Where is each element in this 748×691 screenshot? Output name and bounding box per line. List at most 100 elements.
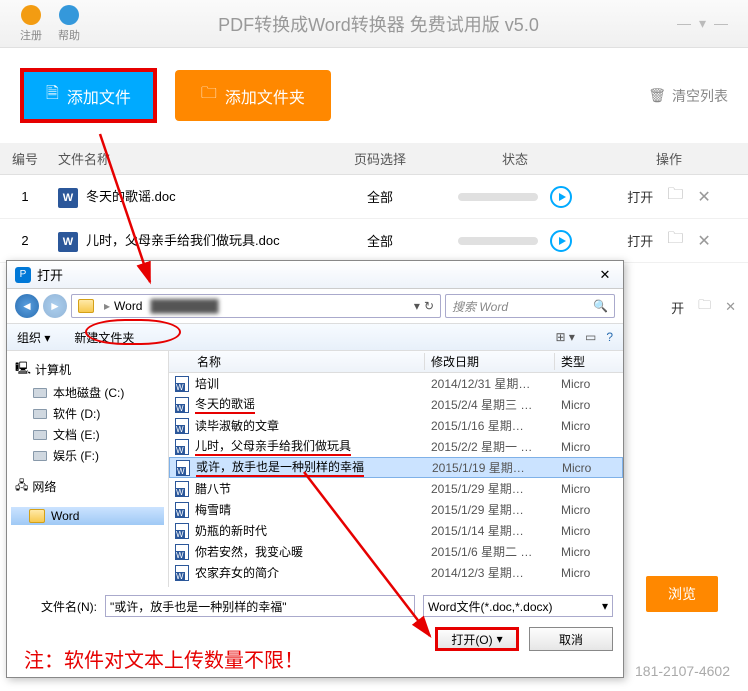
file-list-pane: 名称 修改日期 类型 培训 2014/12/31 星期… Micro 冬天的歌谣…: [169, 351, 623, 587]
dialog-sidebar: 🖳 计算机 本地磁盘 (C:)软件 (D:)文档 (E:)娱乐 (F:) 🖧 网…: [7, 351, 169, 587]
open-folder-icon[interactable]: 🗀: [667, 227, 683, 254]
row3-open[interactable]: 开: [671, 298, 684, 317]
row-status: [440, 186, 590, 208]
nav-back-button[interactable]: ◄: [15, 294, 39, 318]
play-button[interactable]: [550, 230, 572, 252]
dialog-nav: ◄ ► ▸ Word ████████ ▾↻ 搜索 Word 🔍: [7, 289, 623, 323]
file-row[interactable]: 奶瓶的新时代 2015/1/14 星期… Micro: [169, 520, 623, 541]
open-button[interactable]: 打开(O): [435, 627, 519, 651]
dialog-title: 打开: [37, 265, 63, 284]
filename-input[interactable]: [105, 595, 415, 617]
file-type: Micro: [561, 566, 590, 580]
open-file-button[interactable]: 打开: [627, 231, 653, 250]
drive-icon: [33, 451, 47, 461]
open-file-button[interactable]: 打开: [627, 187, 653, 206]
browse-button[interactable]: 浏览: [646, 576, 718, 612]
file-type: Micro: [561, 524, 590, 538]
minimize-icon[interactable]: —: [677, 15, 691, 32]
add-folder-button[interactable]: 🗀 添加文件夹: [175, 70, 331, 121]
col-ops: 操作: [590, 149, 748, 168]
row-page: 全部: [320, 231, 440, 250]
file-row[interactable]: 或许，放手也是一种别样的幸福 2015/1/19 星期… Micro: [169, 457, 623, 478]
close-icon[interactable]: —: [714, 15, 728, 32]
file-row[interactable]: 梅雪晴 2015/1/29 星期… Micro: [169, 499, 623, 520]
file-row[interactable]: 儿时，父母亲手给我们做玩具 2015/2/2 星期一 … Micro: [169, 436, 623, 457]
add-file-button[interactable]: 🗎 添加文件: [20, 68, 157, 123]
file-row[interactable]: 读毕淑敏的文章 2015/1/16 星期… Micro: [169, 415, 623, 436]
app-title: PDF转换成Word转换器 免费试用版 v5.0: [80, 11, 677, 37]
cancel-button[interactable]: 取消: [529, 627, 613, 651]
sidebar-drive[interactable]: 文档 (E:): [11, 424, 164, 445]
file-row[interactable]: 培训 2014/12/31 星期… Micro: [169, 373, 623, 394]
doc-icon: [175, 376, 189, 392]
add-folder-label: 添加文件夹: [225, 84, 305, 108]
file-row[interactable]: 你若安然，我变心暖 2015/1/6 星期二 … Micro: [169, 541, 623, 562]
remove-row-icon[interactable]: ✕: [697, 187, 710, 207]
file-name: 培训: [195, 375, 431, 392]
table-row[interactable]: 2 W儿时，父母亲手给我们做玩具.doc 全部 打开 🗀 ✕: [0, 219, 748, 263]
sidebar-drive[interactable]: 娱乐 (F:): [11, 445, 164, 466]
organize-menu[interactable]: 组织 ▾: [17, 329, 50, 346]
file-name: 腊八节: [195, 480, 431, 497]
document-icon: 🗎: [46, 82, 59, 109]
open-folder-icon[interactable]: 🗀: [667, 183, 683, 210]
file-name: 冬天的歌谣: [195, 395, 431, 414]
sidebar-network[interactable]: 🖧 网络: [11, 474, 164, 499]
file-open-dialog: P 打开 ✕ ◄ ► ▸ Word ████████ ▾↻ 搜索 Word 🔍 …: [6, 260, 624, 678]
file-type: Micro: [562, 461, 591, 475]
file-name: 农家弃女的简介: [195, 564, 431, 581]
breadcrumb[interactable]: ▸ Word ████████ ▾↻: [71, 294, 441, 318]
col-name: 文件名称: [50, 149, 320, 168]
table-row[interactable]: 1 W冬天的歌谣.doc 全部 打开 🗀 ✕: [0, 175, 748, 219]
nav-forward-button[interactable]: ►: [43, 294, 67, 318]
file-date: 2014/12/31 星期…: [431, 375, 561, 392]
sidebar-drive[interactable]: 本地磁盘 (C:): [11, 382, 164, 403]
file-date: 2015/2/4 星期三 …: [431, 396, 561, 413]
doc-icon: [175, 418, 189, 434]
file-type: Micro: [561, 440, 590, 454]
doc-icon: [175, 502, 189, 518]
dropdown-icon[interactable]: ▾: [699, 15, 706, 32]
file-row[interactable]: 农家弃女的简介 2014/12/3 星期… Micro: [169, 562, 623, 583]
help-button[interactable]: ?: [606, 330, 613, 344]
dialog-close-icon[interactable]: ✕: [595, 267, 615, 283]
file-type: Micro: [561, 377, 590, 391]
file-date: 2015/2/2 星期一 …: [431, 438, 561, 455]
folder-icon: [29, 509, 45, 523]
doc-icon: [176, 460, 190, 476]
register-link[interactable]: 注册: [20, 5, 42, 43]
network-icon: 🖧: [15, 476, 28, 497]
doc-icon: [175, 439, 189, 455]
clear-list-button[interactable]: 🗑 清空列表: [648, 86, 728, 106]
new-folder-button[interactable]: 新建文件夹: [74, 329, 134, 346]
sidebar-computer[interactable]: 🖳 计算机: [11, 357, 164, 382]
file-row[interactable]: 腊八节 2015/1/29 星期… Micro: [169, 478, 623, 499]
col-date[interactable]: 修改日期: [425, 353, 555, 370]
remove-row-icon[interactable]: ✕: [697, 231, 710, 251]
file-date: 2015/1/29 星期…: [431, 501, 561, 518]
file-row[interactable]: 冬天的歌谣 2015/2/4 星期三 … Micro: [169, 394, 623, 415]
app-header: 注册 帮助 PDF转换成Word转换器 免费试用版 v5.0 — ▾ —: [0, 0, 748, 48]
doc-icon: [175, 397, 189, 413]
view-mode-button[interactable]: ⊞ ▾: [556, 330, 575, 344]
file-name: 或许，放手也是一种别样的幸福: [196, 458, 432, 477]
row3-folder-icon[interactable]: 🗀: [698, 296, 711, 318]
breadcrumb-blurred: ████████: [150, 299, 218, 313]
annotation-note: 注：软件对文本上传数量不限！: [24, 644, 304, 673]
filetype-select[interactable]: Word文件(*.doc,*.docx): [423, 595, 613, 617]
help-link[interactable]: 帮助: [58, 5, 80, 43]
add-file-label: 添加文件: [67, 84, 131, 108]
sidebar-word-folder[interactable]: Word: [11, 507, 164, 525]
col-type[interactable]: 类型: [555, 353, 623, 370]
play-button[interactable]: [550, 186, 572, 208]
drive-icon: [33, 430, 47, 440]
row-idx: 2: [0, 233, 50, 248]
search-input[interactable]: 搜索 Word 🔍: [445, 294, 615, 318]
window-controls: — ▾ —: [677, 15, 728, 32]
sidebar-drive[interactable]: 软件 (D:): [11, 403, 164, 424]
col-name[interactable]: 名称: [169, 353, 425, 370]
file-type: Micro: [561, 419, 590, 433]
preview-pane-button[interactable]: ▭: [585, 330, 596, 344]
file-date: 2015/1/14 星期…: [431, 522, 561, 539]
row3-close-icon[interactable]: ✕: [725, 299, 736, 315]
